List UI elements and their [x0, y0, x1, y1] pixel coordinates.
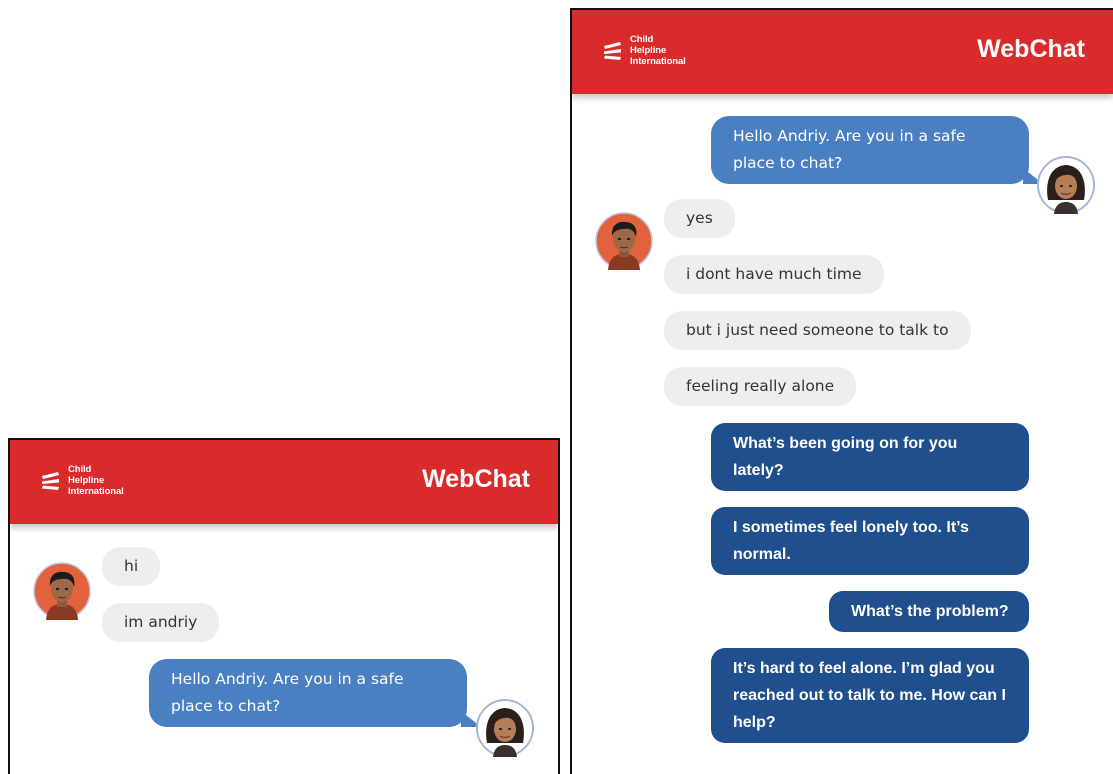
message-user: hi [102, 547, 161, 586]
logo-line-2: Helpline [630, 45, 667, 56]
message-counselor: Hello Andriy. Are you in a safe place to… [711, 116, 1043, 184]
helpline-logo: Child Helpline International [602, 34, 686, 67]
message-user: yes [664, 199, 735, 238]
message-user: im andriy [102, 603, 220, 642]
suggested-reply-button[interactable]: What’s the problem? [829, 591, 1029, 632]
helpline-logo: Child Helpline International [40, 464, 124, 497]
user-avatar-icon [595, 212, 653, 270]
counselor-avatar-icon [1037, 156, 1095, 214]
chat-title: WebChat [977, 35, 1085, 63]
suggested-reply-button[interactable]: What’s been going on for you lately? [711, 423, 1029, 491]
message-user: i dont have much time [664, 255, 884, 294]
counselor-avatar-icon [476, 699, 534, 757]
message-user: feeling really alone [664, 367, 857, 406]
suggested-reply-button[interactable]: I sometimes feel lonely too. It’s normal… [711, 507, 1029, 575]
chat-window-right: Child Helpline International WebChat Hel… [570, 8, 1113, 774]
chat-window-left: Child Helpline International WebChat hi … [8, 438, 560, 774]
message-counselor: Hello Andriy. Are you in a safe place to… [149, 659, 481, 727]
logo-line-1: Child [630, 34, 654, 45]
logo-line-2: Helpline [68, 475, 105, 486]
logo-line-3: International [68, 486, 124, 497]
logo-line-1: Child [68, 464, 92, 475]
suggested-reply-button[interactable]: It’s hard to feel alone. I’m glad you re… [711, 648, 1029, 743]
message-user: but i just need someone to talk to [664, 311, 971, 350]
chat-header: Child Helpline International WebChat [572, 10, 1113, 94]
chat-title: WebChat [422, 465, 530, 493]
helpline-logo-icon [40, 469, 64, 493]
helpline-logo-icon [602, 39, 626, 63]
logo-line-3: International [630, 56, 686, 67]
chat-header: Child Helpline International WebChat [10, 440, 558, 524]
user-avatar-icon [33, 562, 91, 620]
